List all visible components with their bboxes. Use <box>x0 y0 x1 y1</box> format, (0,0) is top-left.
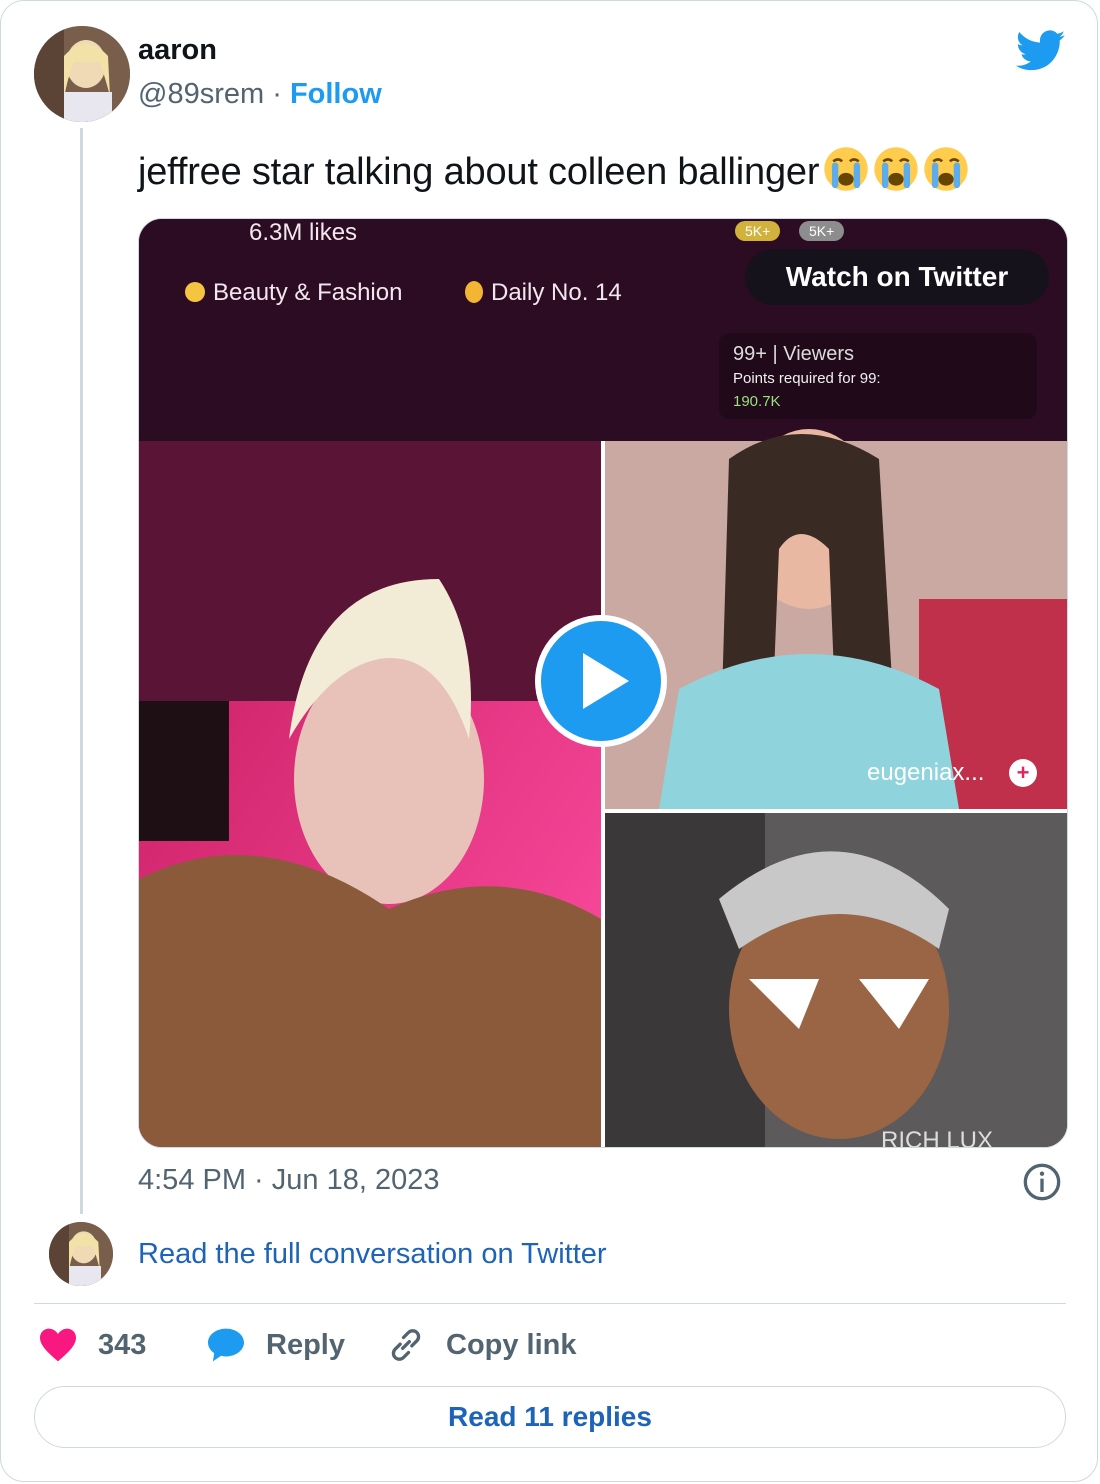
add-guest-1-icon[interactable]: + <box>1009 759 1037 787</box>
author-avatar[interactable] <box>34 26 130 122</box>
daily-rank-label: Daily No. 14 <box>491 279 622 306</box>
coin-icon <box>185 282 205 302</box>
twitter-bird-icon[interactable] <box>1016 30 1066 72</box>
points-label: Points required for 99: <box>733 370 881 387</box>
flame-icon <box>465 281 483 303</box>
tweet-text: jeffree star talking about colleen balli… <box>138 146 969 194</box>
daily-rank-overlay: Daily No. 14 <box>465 279 622 307</box>
reply-button[interactable]: Reply <box>206 1322 345 1368</box>
guest-name-2: RICH LUX <box>881 1127 994 1148</box>
author-handle-row: @89srem · Follow <box>138 78 382 111</box>
author-handle[interactable]: @89srem <box>138 78 264 110</box>
follow-button[interactable]: Follow <box>290 78 382 110</box>
divider <box>34 1303 1066 1304</box>
points-value: 190.7K <box>733 393 781 410</box>
like-count: 343 <box>98 1328 147 1361</box>
likes-count-overlay: 6.3M likes <box>249 219 358 246</box>
reply-bubble-icon <box>208 1328 244 1362</box>
guest-name-1: eugeniax... <box>867 759 985 786</box>
read-replies-label: Read 11 replies <box>448 1401 652 1432</box>
video-media[interactable]: 6.3M likes Beauty & Fashion Daily No. 14… <box>138 218 1068 1148</box>
category-label: Beauty & Fashion <box>213 279 403 306</box>
like-button[interactable]: 343 <box>38 1322 146 1368</box>
loudly-crying-face-icon <box>924 147 969 191</box>
watch-on-twitter-button[interactable]: Watch on Twitter <box>745 249 1049 305</box>
category-overlay: Beauty & Fashion <box>185 279 402 307</box>
reply-label: Reply <box>266 1328 345 1361</box>
heart-icon <box>40 1328 76 1362</box>
separator-dot: · <box>272 78 282 110</box>
badge-1: 5K+ <box>735 221 781 241</box>
info-icon[interactable] <box>1022 1162 1062 1202</box>
read-full-conversation-link[interactable]: Read the full conversation on Twitter <box>138 1238 607 1271</box>
viewers-count: 99+ | Viewers <box>733 343 855 365</box>
thread-line <box>80 128 83 1214</box>
copy-link-button[interactable]: Copy link <box>386 1322 577 1368</box>
tweet-timestamp[interactable]: 4:54 PM · Jun 18, 2023 <box>138 1164 439 1197</box>
loudly-crying-face-icon <box>824 147 869 191</box>
play-button[interactable] <box>535 615 667 747</box>
conversation-avatar[interactable] <box>49 1222 113 1286</box>
author-name[interactable]: aaron <box>138 34 217 67</box>
link-icon <box>391 1329 421 1361</box>
loudly-crying-face-icon <box>874 147 919 191</box>
viewers-overlay: 99+ | Viewers Points required for 99: 19… <box>719 333 1037 419</box>
read-replies-button[interactable]: Read 11 replies <box>34 1386 1066 1448</box>
copy-link-label: Copy link <box>446 1328 577 1361</box>
tweet-body: jeffree star talking about colleen balli… <box>138 151 820 193</box>
badge-2: 5K+ <box>799 221 845 241</box>
play-icon <box>583 653 629 709</box>
